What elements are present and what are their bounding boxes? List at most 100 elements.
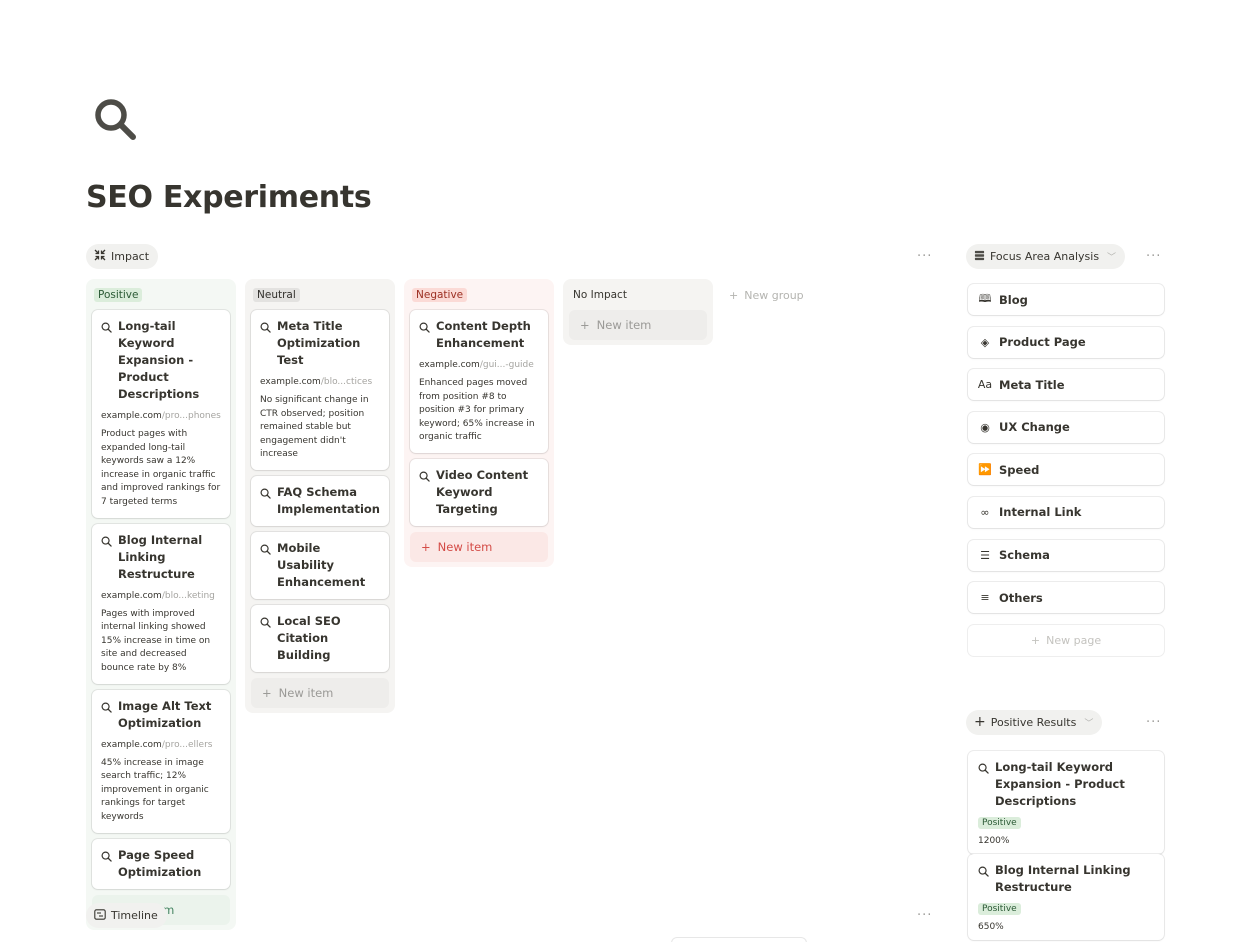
focus-item-product-page[interactable]: ◈ Product Page — [968, 326, 1164, 358]
result-card[interactable]: Long-tail Keyword Expansion - Product De… — [968, 751, 1164, 854]
board-card[interactable]: Mobile Usability Enhancement — [251, 531, 389, 599]
card-title: Page Speed Optimization — [118, 847, 202, 879]
focus-item-speed[interactable]: ⏩ Speed — [968, 454, 1164, 486]
text-aa-icon: Aa — [977, 378, 993, 392]
new-page-button[interactable]: + New page — [968, 625, 1164, 656]
focus-item-others[interactable]: ≡ Others — [968, 582, 1164, 614]
board-card[interactable]: Blog Internal Linking Restructure exampl… — [92, 523, 230, 684]
timeline-bar — [672, 938, 806, 942]
positive-results-view-tab[interactable]: + Positive Results ﹀ — [966, 710, 1103, 735]
blog-icon: 🕮 — [978, 292, 992, 305]
focus-item-schema[interactable]: ☰ Schema — [968, 539, 1164, 571]
focus-item-ux-change[interactable]: ◉ UX Change — [968, 411, 1164, 443]
search-icon — [978, 865, 989, 896]
card-description: Pages with improved internal linking sho… — [101, 608, 211, 673]
card-title: Blog Internal Linking Restructure — [118, 532, 203, 581]
fast-forward-icon: ⏩ — [978, 463, 992, 477]
column-label: Negative — [412, 288, 468, 302]
status-badge: Positive — [978, 903, 1021, 915]
new-item-button[interactable]: +New item — [410, 531, 548, 562]
column-label: Neutral — [253, 288, 300, 302]
impact-board: Positive Long-tail Keyword Expansion - P… — [86, 279, 804, 930]
focus-area-view-tab[interactable]: Focus Area Analysis ﹀ — [966, 244, 1126, 269]
database-icon — [974, 250, 985, 264]
positive-results-view-label: Positive Results — [990, 716, 1077, 729]
search-icon — [101, 701, 112, 732]
board-card[interactable]: Image Alt Text Optimization example.com/… — [92, 689, 230, 833]
timeline-view-label: Timeline — [111, 909, 158, 922]
list-icon: ≡ — [980, 591, 990, 605]
board-card[interactable]: FAQ Schema Implementation — [251, 475, 389, 526]
search-icon — [419, 470, 430, 518]
card-url[interactable]: example.com/blo...ctices — [260, 377, 381, 387]
board-card[interactable]: Page Speed Optimization — [92, 838, 230, 889]
timeline-view-tab[interactable]: Timeline — [86, 903, 167, 928]
card-title: Meta Title Optimization Test — [277, 319, 361, 367]
timeline-icon — [94, 908, 106, 923]
card-title: FAQ Schema Implementation — [277, 484, 380, 516]
plus-icon: + — [421, 539, 431, 554]
result-value: 650% — [978, 922, 1004, 932]
focus-area-more-button[interactable]: ··· — [1146, 249, 1161, 264]
card-title: Blog Internal Linking Restructure — [995, 863, 1131, 894]
column-label: No Impact — [573, 289, 627, 301]
board-card[interactable]: Video Content Keyword Targeting — [410, 458, 548, 526]
search-icon — [260, 616, 271, 664]
column-label: Positive — [94, 288, 143, 302]
new-item-button[interactable]: +New item — [251, 677, 389, 708]
card-title: Video Content Keyword Targeting — [436, 467, 529, 516]
card-description: Enhanced pages moved from position #8 to… — [419, 378, 535, 443]
positive-results-more-button[interactable]: ··· — [1146, 715, 1161, 730]
card-title: Image Alt Text Optimization — [118, 698, 212, 730]
focus-item-blog[interactable]: 🕮 Blog — [968, 284, 1164, 315]
search-icon — [419, 321, 430, 352]
column-negative: Negative Content Depth Enhancement examp… — [404, 279, 554, 567]
search-icon — [92, 96, 140, 144]
timeline-more-button[interactable]: ··· — [917, 908, 932, 923]
search-icon — [101, 321, 112, 403]
search-icon — [978, 762, 989, 810]
card-url[interactable]: example.com/gui...-guide — [419, 360, 540, 370]
board-card[interactable]: Content Depth Enhancement example.com/gu… — [410, 310, 548, 453]
search-icon — [101, 850, 112, 881]
status-badge: Positive — [978, 817, 1021, 829]
impact-more-button[interactable]: ··· — [917, 249, 932, 264]
checklist-icon: ☰ — [980, 548, 990, 562]
chevron-down-icon: ﹀ — [1107, 253, 1117, 263]
column-neutral: Neutral Meta Title Optimization Test exa… — [245, 279, 395, 713]
card-title: Mobile Usability Enhancement — [277, 540, 366, 589]
card-title: Content Depth Enhancement — [436, 319, 531, 350]
focus-area-list: 🕮 Blog ◈ Product Page Aa Meta Title ◉ UX Cha… — [968, 284, 1164, 656]
link-icon: ∞ — [980, 505, 990, 519]
card-url[interactable]: example.com/pro...phones — [101, 411, 222, 421]
search-icon — [101, 535, 112, 583]
card-description: No significant change in CTR observed; p… — [260, 395, 369, 460]
plus-icon: + — [729, 289, 739, 302]
palette-icon: ◉ — [980, 420, 990, 434]
focus-area-view-label: Focus Area Analysis — [990, 250, 1100, 263]
card-title: Long-tail Keyword Expansion - Product De… — [118, 319, 200, 401]
card-title: Long-tail Keyword Expansion - Product De… — [995, 760, 1125, 808]
new-item-button[interactable]: +New item — [569, 310, 707, 340]
board-card[interactable]: Meta Title Optimization Test example.com… — [251, 310, 389, 470]
new-group-button[interactable]: + New group — [729, 289, 804, 302]
card-url[interactable]: example.com/pro...ellers — [101, 740, 222, 750]
card-url[interactable]: example.com/blo...keting — [101, 591, 222, 601]
page-title: SEO Experiments — [86, 180, 372, 215]
impact-view-tab[interactable]: Impact — [86, 244, 159, 269]
card-description: Product pages with expanded long-tail ke… — [101, 429, 221, 507]
result-card[interactable]: Blog Internal Linking Restructure Positi… — [968, 854, 1164, 940]
chevron-down-icon: ﹀ — [1084, 719, 1094, 729]
focus-item-meta-title[interactable]: Aa Meta Title — [968, 369, 1164, 401]
focus-item-internal-link[interactable]: ∞ Internal Link — [968, 496, 1164, 528]
search-icon — [260, 543, 271, 591]
column-no-impact: No Impact + New item — [563, 279, 713, 345]
column-positive: Positive Long-tail Keyword Expansion - P… — [86, 279, 236, 930]
board-card[interactable]: Local SEO Citation Building — [251, 604, 389, 672]
impact-view-label: Impact — [111, 250, 150, 263]
card-description: 45% increase in image search traffic; 12… — [101, 757, 209, 822]
search-icon — [260, 487, 271, 518]
card-title: Local SEO Citation Building — [277, 613, 341, 662]
plus-icon: + — [974, 714, 986, 730]
board-card[interactable]: Long-tail Keyword Expansion - Product De… — [92, 310, 230, 518]
